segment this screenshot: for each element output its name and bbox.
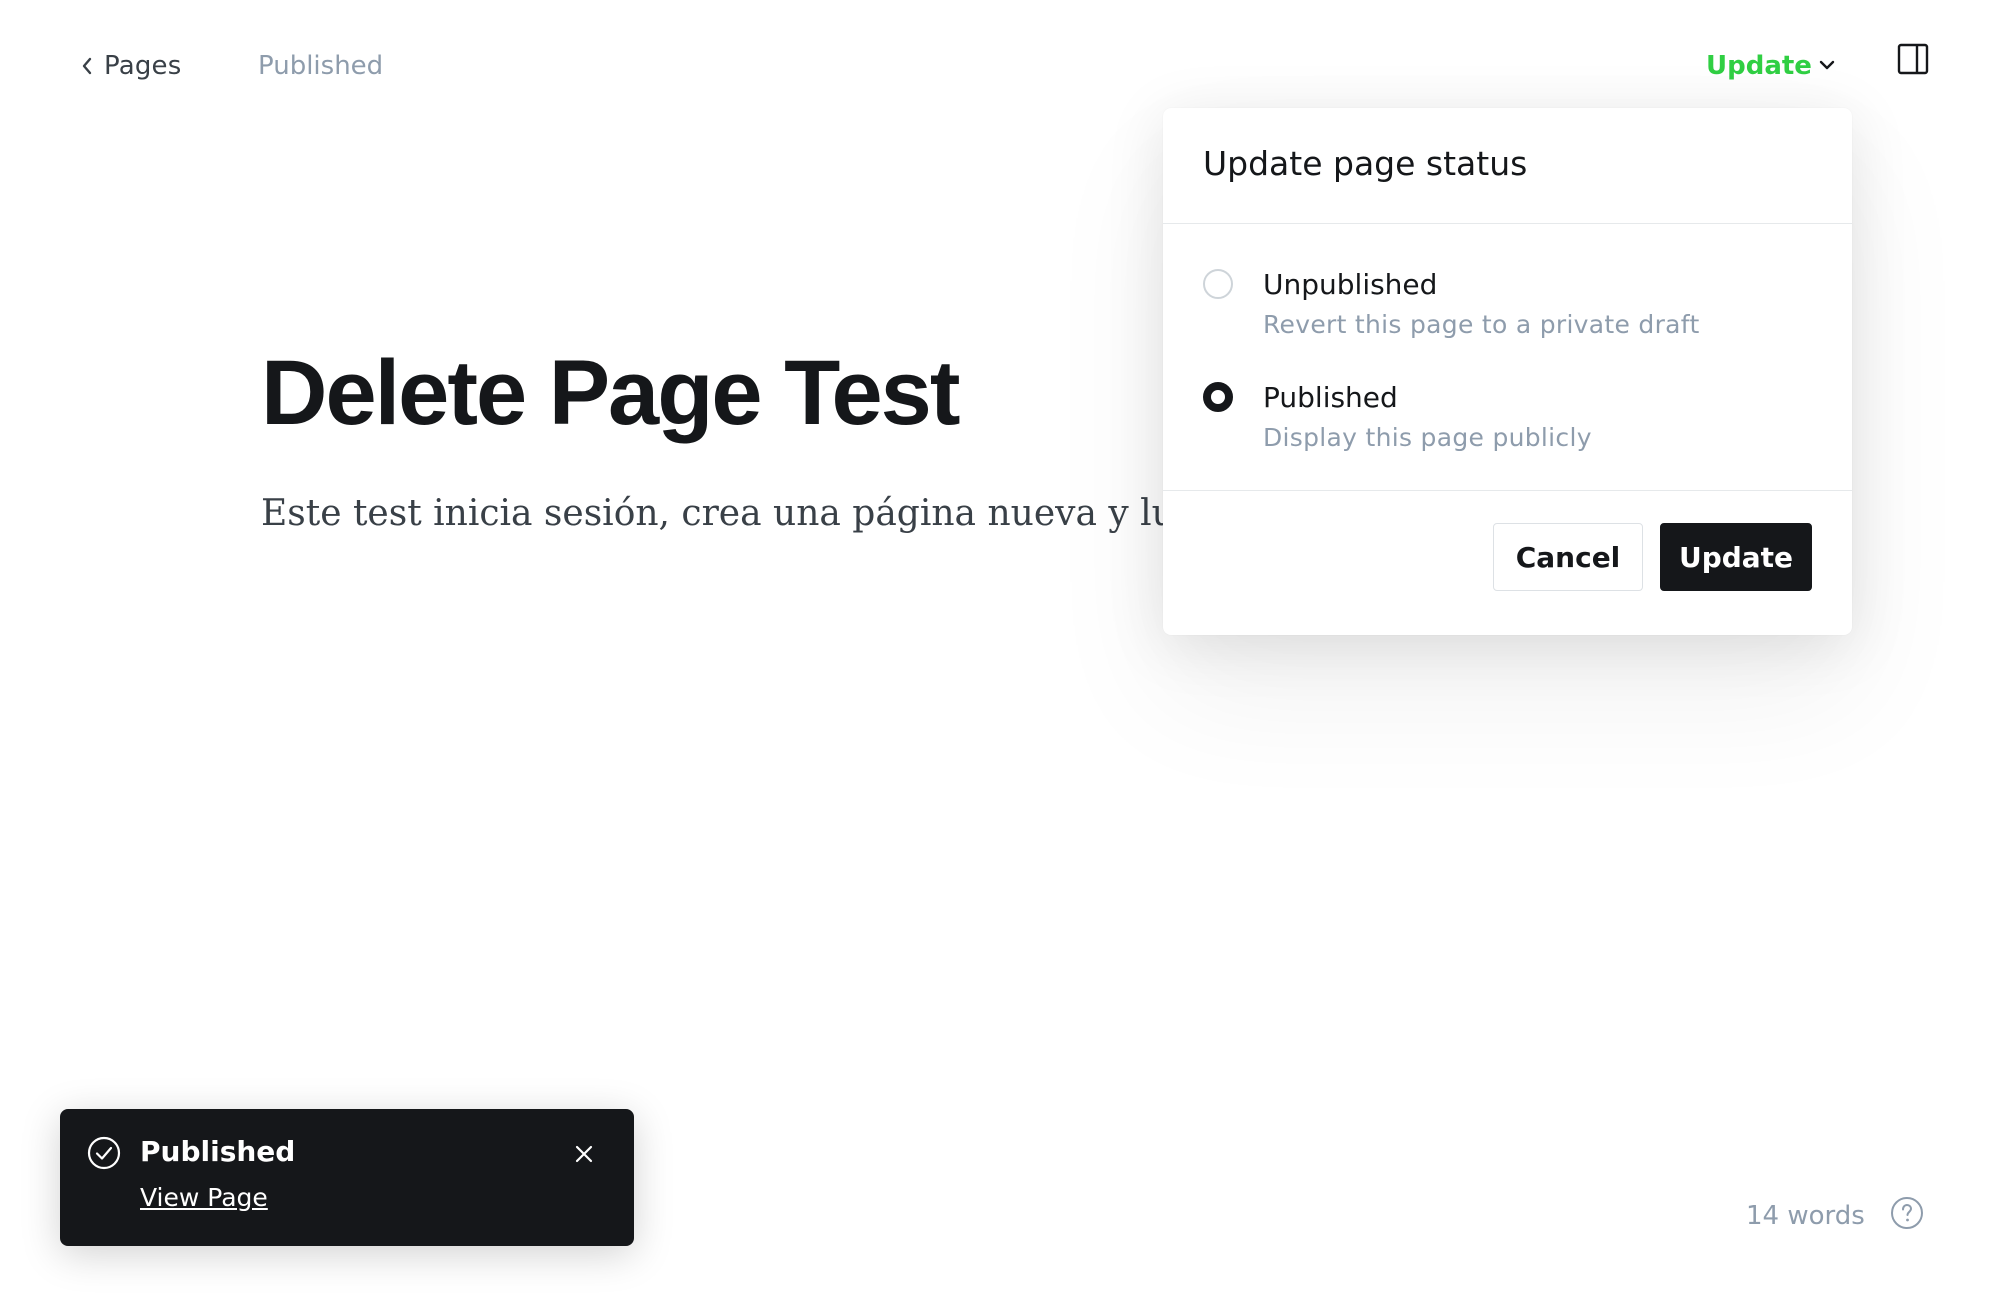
post-status-indicator: Published: [258, 51, 384, 81]
word-count: 14 words: [1746, 1201, 1865, 1231]
help-button[interactable]: [1890, 1196, 1924, 1230]
page-body-text[interactable]: Este test inicia sesión, crea una página…: [261, 486, 1171, 542]
chevron-left-icon: [80, 55, 94, 77]
option-unpublished[interactable]: Unpublished Revert this page to a privat…: [1163, 265, 1852, 378]
popover-footer: Cancel Update: [1163, 491, 1852, 634]
option-published[interactable]: Published Display this page publicly: [1163, 378, 1852, 491]
option-description: Display this page publicly: [1263, 423, 1592, 452]
back-to-pages-link[interactable]: Pages: [80, 46, 182, 86]
sidebar-toggle-button[interactable]: [1896, 42, 1932, 78]
status-options: Unpublished Revert this page to a privat…: [1163, 224, 1852, 491]
sidebar-panel-icon: [1896, 42, 1932, 76]
popover-title: Update page status: [1203, 144, 1528, 183]
radio-unpublished[interactable]: [1203, 269, 1233, 299]
page-title[interactable]: Delete Page Test: [261, 338, 960, 448]
radio-published[interactable]: [1203, 382, 1233, 412]
update-status-popover: Update page status Unpublished Revert th…: [1163, 108, 1852, 635]
back-link-label: Pages: [104, 51, 182, 81]
option-label: Unpublished: [1263, 268, 1438, 301]
view-page-link[interactable]: View Page: [140, 1180, 268, 1216]
update-button[interactable]: Update: [1660, 523, 1812, 591]
toast-title: Published: [140, 1135, 296, 1168]
close-icon[interactable]: [573, 1143, 595, 1165]
update-dropdown-trigger[interactable]: Update: [1706, 46, 1836, 86]
cancel-button[interactable]: Cancel: [1493, 523, 1643, 591]
option-description: Revert this page to a private draft: [1263, 310, 1700, 339]
update-trigger-label: Update: [1706, 51, 1812, 81]
option-label: Published: [1263, 381, 1398, 414]
chevron-down-icon: [1818, 57, 1836, 76]
question-circle-icon: [1890, 1196, 1924, 1230]
published-toast: Published View Page: [60, 1109, 634, 1246]
check-circle-icon: [87, 1136, 121, 1170]
popover-header: Update page status: [1163, 108, 1852, 224]
